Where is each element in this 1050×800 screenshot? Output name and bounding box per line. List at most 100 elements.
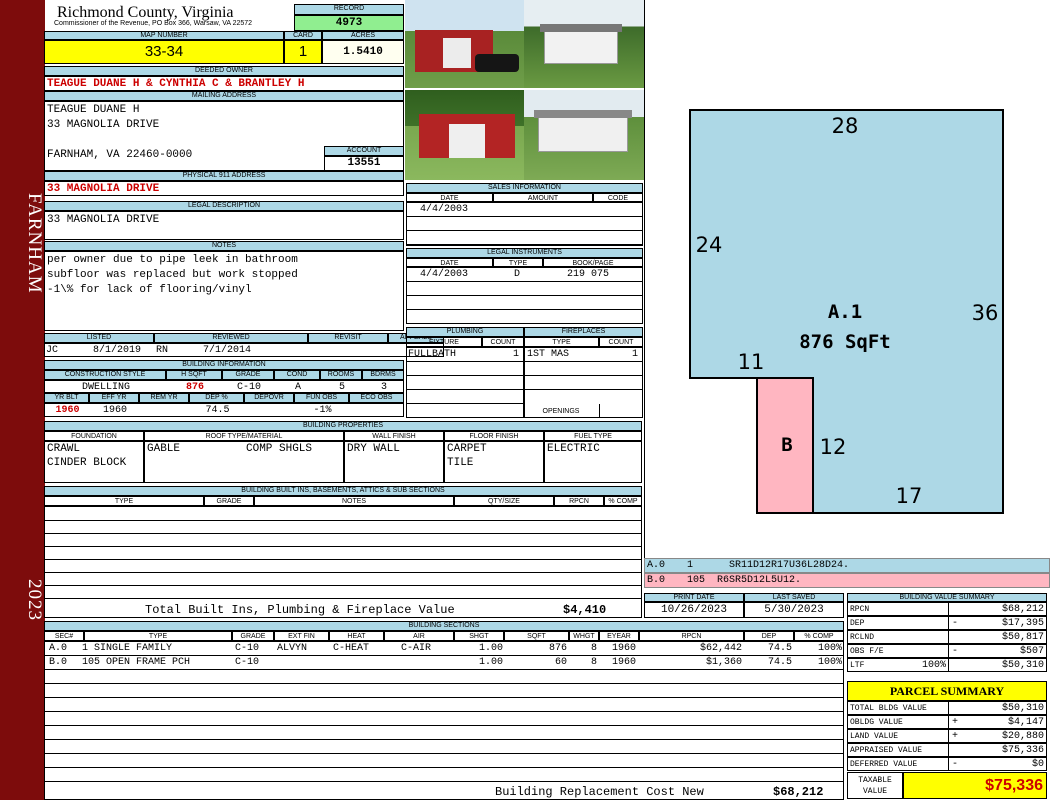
parcel-op: + xyxy=(952,717,959,728)
sales-header: SALES INFORMATION xyxy=(406,183,643,193)
physical-address: 33 MAGNOLIA DRIVE xyxy=(44,181,404,196)
fixture-type: FULLBATH xyxy=(408,349,457,360)
table-row xyxy=(407,282,642,296)
value-amount: $68,212 xyxy=(1001,604,1044,615)
sec-col-header: RPCN xyxy=(639,631,744,641)
table-row xyxy=(407,296,642,310)
builtins-col-header: NOTES xyxy=(254,496,454,506)
sales-table: DATE AMOUNT CODE 4/4/2003 xyxy=(406,193,643,246)
value-summary-table: RPCN $68,212 DEP - $17,395 RCLND $50,817… xyxy=(847,602,1047,672)
sales-col-header: AMOUNT xyxy=(493,193,593,202)
district-label: FARNHAM xyxy=(24,192,45,294)
bp-col-header: FOUNDATION xyxy=(44,431,144,441)
bi-col-header: YR BLT xyxy=(44,393,89,403)
table-row xyxy=(525,376,642,390)
legal-instruments-table: DATE TYPE BOOK/PAGE 4/4/2003 D 219 075 xyxy=(406,258,643,324)
table-row xyxy=(45,754,843,768)
table-row xyxy=(45,559,641,573)
fireplace-col-header: TYPE xyxy=(524,337,599,347)
foundation-value: CRAWL xyxy=(47,443,81,455)
value-op: - xyxy=(952,646,959,657)
section-rpcn: $62,442 xyxy=(699,643,742,654)
parcel-row: TOTAL BLDG VALUE $50,310 xyxy=(847,701,1047,715)
review-values: JC 8/1/2019 RN 7/1/2014 xyxy=(44,343,444,357)
print-date: 10/26/2023 xyxy=(644,602,744,618)
bp-col-header: ROOF TYPE/MATERIAL xyxy=(144,431,344,441)
section-heat: C-HEAT xyxy=(333,643,370,654)
year-built: 1960 xyxy=(55,405,80,416)
sec-col-header: DEP xyxy=(744,631,794,641)
divider xyxy=(948,716,949,728)
parcel-op: - xyxy=(952,759,959,770)
sketch-sec: A.0 xyxy=(647,560,666,571)
building-sections-table: SEC# TYPE GRADE EXT FIN HEAT AIR SHGT SQ… xyxy=(44,631,844,800)
bi-col-header: ROOMS xyxy=(320,370,362,380)
mailing-line-1: TEAGUE DUANE H xyxy=(47,104,140,116)
section-dep: 74.5 xyxy=(767,643,792,654)
parcel-key: DEFERRED VALUE xyxy=(850,760,918,769)
divider xyxy=(599,404,600,417)
section-shgt: 1.00 xyxy=(478,643,503,654)
sale-date: 4/4/2003 xyxy=(420,204,469,215)
floor-cell: CARPET TILE xyxy=(444,441,544,483)
divider xyxy=(948,730,949,742)
builtins-header: BUILDING BUILT INS, BASEMENTS, ATTICS & … xyxy=(44,486,642,496)
value-row: DEP - $17,395 xyxy=(847,616,1047,630)
value-amount: $507 xyxy=(1019,646,1044,657)
instrument-book-page: 219 075 xyxy=(567,269,610,280)
map-number: 33-34 xyxy=(44,40,284,64)
reviewed-by: RN xyxy=(156,345,169,356)
builtins-total-value: $4,410 xyxy=(563,603,607,617)
table-row: B.0 105 OPEN FRAME PCH C-10 1.00 60 8 19… xyxy=(45,656,843,670)
card-header: CARD xyxy=(284,31,322,40)
building-properties-header: BUILDING PROPERTIES xyxy=(44,421,642,431)
fireplaces-header: FIREPLACES xyxy=(524,327,643,337)
plumbing-rows: FULLBATH 1 xyxy=(406,347,524,418)
value-summary-header: BUILDING VALUE SUMMARY xyxy=(847,593,1047,602)
parcel-amount: $4,147 xyxy=(1007,717,1044,728)
value-row: RPCN $68,212 xyxy=(847,602,1047,616)
dim-top: 28 xyxy=(832,114,859,138)
builtins-rows: Total Built Ins, Plumbing & Fireplace Va… xyxy=(44,506,642,618)
effective-year: 1960 xyxy=(102,405,127,416)
county-title: Richmond County, Virginia xyxy=(57,4,234,21)
listed-date: 8/1/2019 xyxy=(93,345,142,356)
table-row xyxy=(45,520,641,534)
divider xyxy=(948,702,949,714)
parcel-amount: $50,310 xyxy=(1001,703,1044,714)
fixture-count: 1 xyxy=(512,349,519,360)
physical-address-header: PHYSICAL 911 ADDRESS xyxy=(44,171,404,181)
last-saved: 5/30/2023 xyxy=(744,602,844,618)
fireplace-rows: 1ST MAS 1 OPENINGS xyxy=(524,347,643,418)
table-row xyxy=(407,231,642,245)
parcel-key: OBLDG VALUE xyxy=(850,718,903,727)
roof-material: COMP SHGLS xyxy=(246,443,313,455)
section-id: A.0 xyxy=(49,643,68,654)
mailing-line-3: FARNHAM, VA 22460-0000 xyxy=(47,149,193,161)
bi-col-header: ECO OBS xyxy=(349,393,404,403)
legal-description-header: LEGAL DESCRIPTION xyxy=(44,201,404,211)
divider xyxy=(948,744,949,756)
bi-col-header: REM YR xyxy=(139,393,189,403)
dim-right: 36 xyxy=(972,301,999,325)
builtins-table: TYPE GRADE NOTES QTY/SIZE RPCN % COMP To… xyxy=(44,496,642,618)
value-row: RCLND $50,817 xyxy=(847,630,1047,644)
floor-finish: CARPET xyxy=(447,443,487,455)
taxable-label: VALUE xyxy=(862,787,887,796)
revisit-header: REVISIT xyxy=(308,333,388,343)
divider xyxy=(948,758,949,770)
listed-by: JC xyxy=(46,345,59,356)
owner-name: TEAGUE DUANE H & CYNTHIA C & BRANTLEY H xyxy=(44,76,404,91)
table-row xyxy=(45,768,843,782)
table-row xyxy=(407,362,523,376)
table-row xyxy=(45,546,641,560)
sketch-sec: B.0 xyxy=(647,575,666,586)
parcel-key: APPRAISED VALUE xyxy=(850,746,923,755)
house-photo-2 xyxy=(524,0,644,88)
mailing-line-2: 33 MAGNOLIA DRIVE xyxy=(47,119,160,131)
parcel-key: LAND VALUE xyxy=(850,732,899,741)
builtins-col-header: GRADE xyxy=(204,496,254,506)
sec-col-header: HEAT xyxy=(329,631,384,641)
divider xyxy=(948,659,949,671)
map-header: MAP NUMBER xyxy=(44,31,284,40)
